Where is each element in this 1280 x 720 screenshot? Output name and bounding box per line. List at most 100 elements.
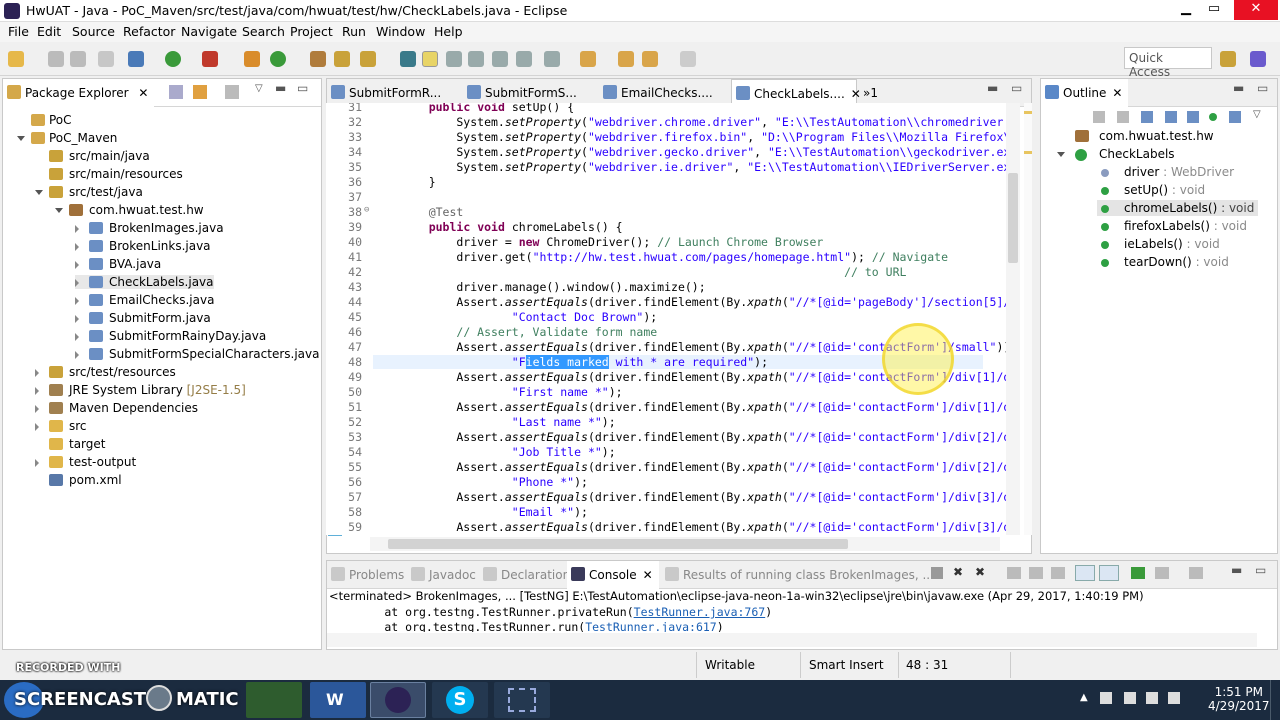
flag-icon[interactable]: [1100, 692, 1112, 704]
code-line[interactable]: Assert.assertEquals(driver.findElement(B…: [401, 460, 1006, 474]
minimize-view-icon[interactable]: ▬: [275, 81, 286, 95]
tree-item[interactable]: JRE System Library [J2SE-1.5]: [35, 383, 246, 397]
maximize-view-icon[interactable]: ▭: [1011, 81, 1022, 95]
menu-project[interactable]: Project: [290, 24, 333, 39]
tree-item[interactable]: PoC: [31, 113, 72, 127]
word-wrap-icon[interactable]: [1051, 567, 1065, 579]
outline-member[interactable]: ieLabels() : void: [1101, 237, 1220, 251]
back-icon[interactable]: [642, 51, 658, 67]
open-perspective-icon[interactable]: [1220, 51, 1236, 67]
horizontal-scrollbar[interactable]: [370, 537, 1000, 551]
code-line[interactable]: Assert.assertEquals(driver.findElement(B…: [401, 430, 1006, 444]
maximize-button[interactable]: ▭: [1200, 0, 1228, 20]
tab-console[interactable]: Console ✕: [567, 561, 659, 589]
remove-all-icon[interactable]: ✖: [975, 565, 985, 579]
open-type-icon[interactable]: [310, 51, 326, 67]
word-wrap-icon[interactable]: [468, 51, 484, 67]
clear-console-icon[interactable]: [1007, 567, 1021, 579]
code-line[interactable]: driver.get("http://hw.test.hwuat.com/pag…: [401, 250, 948, 264]
code-line[interactable]: "Last name *");: [401, 415, 616, 429]
code-line[interactable]: "First name *");: [401, 385, 623, 399]
maximize-view-icon[interactable]: ▭: [1257, 81, 1268, 95]
tree-item[interactable]: EmailChecks.java: [75, 293, 214, 307]
code-editor[interactable]: 31 public void setUp() {32 System.setPro…: [326, 103, 1006, 535]
close-button[interactable]: ✕: [1234, 0, 1278, 20]
expand-icon[interactable]: [35, 190, 43, 195]
maximize-view-icon[interactable]: ▭: [297, 81, 308, 95]
quick-access-input[interactable]: Quick Access: [1124, 47, 1212, 79]
expand-icon[interactable]: [55, 208, 63, 213]
network-icon[interactable]: [1146, 692, 1158, 704]
collapse-all-icon[interactable]: [1093, 111, 1105, 123]
hide-local-types-icon[interactable]: [1209, 113, 1217, 121]
code-line[interactable]: System.setProperty("webdriver.firefox.bi…: [401, 130, 1006, 144]
code-line[interactable]: Assert.assertEquals(driver.findElement(B…: [401, 520, 1006, 534]
hide-nonpublic-icon[interactable]: [1187, 111, 1199, 123]
minimize-view-icon[interactable]: ▬: [987, 81, 998, 95]
console-link[interactable]: TestRunner.java:767: [634, 605, 766, 619]
open-console-icon[interactable]: [1189, 567, 1203, 579]
outline-member[interactable]: setUp() : void: [1101, 183, 1205, 197]
code-line[interactable]: driver = new ChromeDriver(); // Launch C…: [401, 235, 823, 249]
code-line[interactable]: driver.manage().window().maximize();: [401, 280, 705, 294]
fold-toggle-icon[interactable]: ⊖: [364, 205, 369, 215]
save-icon[interactable]: [48, 51, 64, 67]
collapse-icon[interactable]: [75, 243, 79, 251]
java-perspective-icon[interactable]: [1250, 51, 1266, 67]
tab-testng-results[interactable]: Results of running class BrokenImages, .…: [661, 561, 940, 589]
code-line[interactable]: @Test: [401, 205, 464, 219]
menu-edit[interactable]: Edit: [37, 24, 61, 39]
print-icon[interactable]: [98, 51, 114, 67]
menu-help[interactable]: Help: [434, 24, 463, 39]
menu-refactor[interactable]: Refactor: [123, 24, 175, 39]
tree-item[interactable]: target: [49, 437, 106, 451]
new-class-icon[interactable]: [270, 51, 286, 67]
outline-member[interactable]: driver : WebDriver: [1101, 165, 1234, 179]
link-editor-icon[interactable]: [1229, 111, 1241, 123]
tree-item[interactable]: src/test/java: [35, 185, 143, 199]
tree-item[interactable]: SubmitFormRainyDay.java: [75, 329, 266, 343]
minimize-view-icon[interactable]: ▬: [1233, 81, 1244, 95]
tree-item[interactable]: src/main/java: [49, 149, 150, 163]
menu-window[interactable]: Window: [376, 24, 425, 39]
link-editor-icon[interactable]: [193, 85, 207, 99]
volume-icon[interactable]: [1168, 692, 1180, 704]
display-console-icon[interactable]: [1155, 567, 1169, 579]
collapse-icon[interactable]: [75, 225, 79, 233]
vertical-scrollbar[interactable]: [1006, 103, 1020, 535]
open-folder-icon[interactable]: [334, 51, 350, 67]
outline-class[interactable]: CheckLabels: [1057, 147, 1175, 161]
tree-item[interactable]: com.hwuat.test.hw: [55, 203, 204, 217]
code-line[interactable]: Assert.assertEquals(driver.findElement(B…: [401, 490, 1006, 504]
tree-item[interactable]: BVA.java: [75, 257, 161, 271]
new-java-project-icon[interactable]: [244, 51, 260, 67]
code-line[interactable]: public void chromeLabels() {: [401, 220, 623, 234]
annotation-icon[interactable]: [544, 51, 560, 67]
debug-icon[interactable]: [128, 51, 144, 67]
code-line[interactable]: }: [401, 175, 436, 189]
expand-icon[interactable]: [17, 136, 25, 141]
tree-item[interactable]: test-output: [35, 455, 136, 469]
collapse-icon[interactable]: [35, 387, 39, 395]
pin-console-icon[interactable]: [1131, 567, 1145, 579]
menu-source[interactable]: Source: [72, 24, 115, 39]
taskbar-skype[interactable]: S: [432, 682, 488, 718]
tab-outline[interactable]: Outline ✕: [1041, 79, 1129, 107]
run-icon[interactable]: [165, 51, 181, 67]
tab-declaration[interactable]: Declaration: [479, 561, 576, 589]
toggle-ant-icon[interactable]: [400, 51, 416, 67]
warning-marker[interactable]: [1024, 151, 1032, 154]
show-whitespace-icon[interactable]: [492, 51, 508, 67]
collapse-icon[interactable]: [35, 423, 39, 431]
code-line[interactable]: public void setUp() {: [401, 103, 574, 114]
collapse-icon[interactable]: [35, 405, 39, 413]
hide-static-icon[interactable]: [1165, 111, 1177, 123]
pin-editor-icon[interactable]: [516, 51, 532, 67]
tree-item[interactable]: src/test/resources: [35, 365, 176, 379]
console-hscrollbar[interactable]: [327, 633, 1257, 647]
collapse-icon[interactable]: [75, 333, 79, 341]
clock[interactable]: 1:51 PM 4/29/2017: [1208, 685, 1270, 713]
collapse-icon[interactable]: [75, 261, 79, 269]
code-line[interactable]: Assert.assertEquals(driver.findElement(B…: [401, 295, 1006, 309]
tree-item[interactable]: BrokenImages.java: [75, 221, 224, 235]
